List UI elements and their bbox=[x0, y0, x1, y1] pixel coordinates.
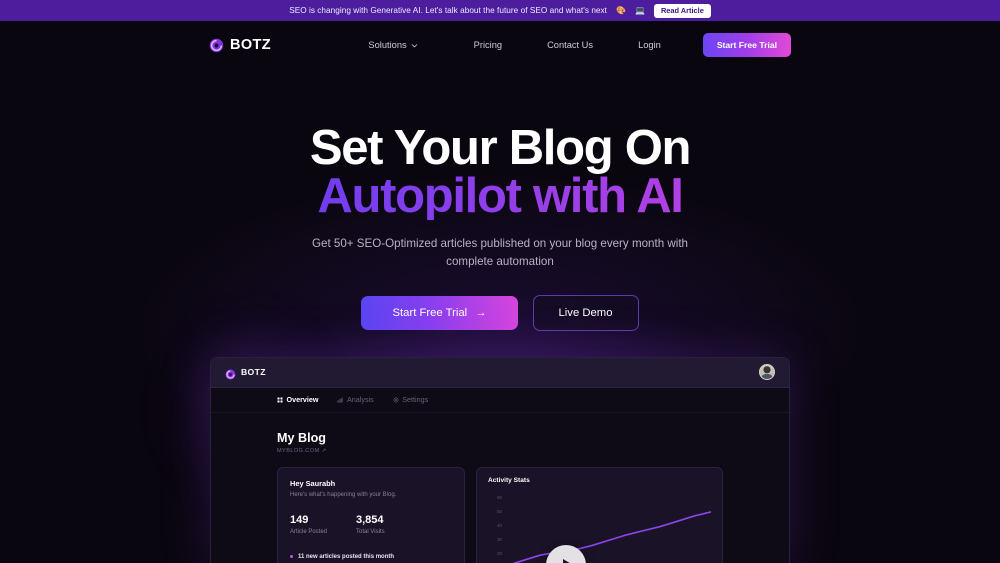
hero-live-demo-button[interactable]: Live Demo bbox=[532, 294, 639, 331]
stat-article-posted-value: 149 bbox=[290, 513, 309, 526]
nav-item-solutions-label: Solutions bbox=[368, 40, 407, 50]
welcome-stats: 149 Article Posted 3,854 Total Visits bbox=[290, 514, 452, 535]
announcement-banner: SEO is changing with Generative AI. Let'… bbox=[0, 0, 1000, 21]
dashboard-cards: Hey Saurabh Here's what's happening with… bbox=[277, 466, 723, 563]
botz-logo-icon-small bbox=[225, 367, 236, 380]
stat-article-posted-label: Article Posted bbox=[290, 528, 328, 535]
brand-logo[interactable]: BOTZ bbox=[209, 37, 271, 53]
welcome-subtitle: Here's what's happening with your Blog. bbox=[290, 491, 397, 498]
read-article-button[interactable]: Read Article bbox=[653, 3, 711, 18]
tab-settings[interactable]: Settings bbox=[393, 395, 428, 404]
stat-article-posted: 149 Article Posted bbox=[290, 514, 356, 535]
nav-item-contact-us[interactable]: Contact Us bbox=[547, 40, 593, 50]
stat-total-visits: 3,854 Total Visits bbox=[356, 514, 422, 535]
bullet-dot-icon bbox=[290, 555, 293, 559]
gear-icon bbox=[393, 397, 399, 403]
y-tick: 30 bbox=[497, 536, 502, 542]
hero-subtitle: Get 50+ SEO-Optimized articles published… bbox=[311, 237, 689, 268]
y-tick: 20 bbox=[497, 550, 502, 556]
chart-plot-area bbox=[506, 496, 711, 563]
blog-url-link[interactable]: MYBLOG.COM ↗ bbox=[277, 448, 723, 454]
page-title: Set Your Blog On Autopilot with AI bbox=[0, 121, 1000, 221]
hero-start-free-trial-button[interactable]: Start Free Trial → bbox=[361, 295, 518, 330]
nav-item-login[interactable]: Login bbox=[638, 40, 661, 50]
nav-links: Solutions Pricing Contact Us Login Start… bbox=[368, 33, 791, 57]
activity-chart: 60 50 40 30 20 10 bbox=[488, 494, 711, 563]
announcement-text: SEO is changing with Generative AI. Let'… bbox=[289, 6, 608, 15]
hero-section: Set Your Blog On Autopilot with AI Get 5… bbox=[0, 121, 1000, 331]
tab-overview-label: Overview bbox=[286, 395, 319, 405]
dashboard-brand-name: BOTZ bbox=[241, 367, 266, 378]
dashboard-brand[interactable]: BOTZ bbox=[225, 367, 266, 380]
hero-title-line-1: Set Your Blog On bbox=[309, 121, 692, 175]
nav-item-solutions[interactable]: Solutions bbox=[368, 40, 417, 50]
y-tick: 60 bbox=[497, 494, 502, 500]
activity-line-series bbox=[512, 511, 711, 563]
botz-logo-icon bbox=[209, 38, 224, 53]
tab-settings-label: Settings bbox=[402, 395, 429, 405]
y-axis-ticks: 60 50 40 30 20 10 bbox=[488, 494, 502, 563]
activity-stats-title: Activity Stats bbox=[488, 476, 530, 484]
tab-analysis[interactable]: Analysis bbox=[337, 395, 374, 405]
external-link-icon: ↗ bbox=[321, 447, 327, 454]
blog-title: My Blog bbox=[277, 430, 326, 445]
activity-stats-card: Activity Stats 60 50 40 30 20 10 bbox=[476, 466, 723, 563]
nav-start-free-trial-button[interactable]: Start Free Trial bbox=[702, 33, 791, 57]
tab-analysis-label: Analysis bbox=[346, 395, 374, 405]
laptop-emoji-icon: 💻 bbox=[634, 5, 645, 15]
new-articles-note-text: 11 new articles posted this month bbox=[298, 553, 395, 560]
chart-icon bbox=[337, 397, 343, 403]
palette-emoji-icon: 🎨 bbox=[616, 5, 626, 15]
dashboard-header: BOTZ bbox=[211, 357, 789, 388]
dashboard-preview: BOTZ Overview Analysis Settings My Blog … bbox=[210, 356, 790, 563]
tab-overview[interactable]: Overview bbox=[277, 395, 318, 404]
grid-icon bbox=[277, 397, 283, 403]
y-tick: 40 bbox=[497, 522, 502, 528]
blog-url-text: MYBLOG.COM bbox=[277, 447, 320, 454]
hero-primary-cta-label: Start Free Trial bbox=[392, 306, 468, 319]
y-tick: 50 bbox=[497, 508, 502, 514]
main-navbar: BOTZ Solutions Pricing Contact Us Login … bbox=[0, 21, 1000, 69]
new-articles-note: 11 new articles posted this month bbox=[290, 554, 452, 560]
stat-total-visits-value: 3,854 bbox=[356, 513, 384, 526]
play-icon bbox=[562, 558, 573, 563]
hero-cta-group: Start Free Trial → Live Demo bbox=[0, 294, 1000, 331]
chevron-down-icon bbox=[411, 41, 418, 48]
brand-name: BOTZ bbox=[230, 37, 272, 53]
welcome-greeting: Hey Saurabh bbox=[290, 478, 336, 488]
hero-title-line-2: Autopilot with AI bbox=[0, 172, 1000, 221]
nav-item-pricing[interactable]: Pricing bbox=[474, 40, 502, 50]
landing-page: SEO is changing with Generative AI. Let'… bbox=[0, 0, 1000, 563]
dashboard-tabs: Overview Analysis Settings bbox=[211, 387, 789, 413]
avatar[interactable] bbox=[759, 364, 775, 381]
welcome-card: Hey Saurabh Here's what's happening with… bbox=[277, 466, 465, 563]
arrow-right-icon: → bbox=[475, 306, 487, 319]
stat-total-visits-label: Total Visits bbox=[356, 528, 385, 535]
dashboard-body: My Blog MYBLOG.COM ↗ Hey Saurabh Here's … bbox=[211, 413, 789, 563]
